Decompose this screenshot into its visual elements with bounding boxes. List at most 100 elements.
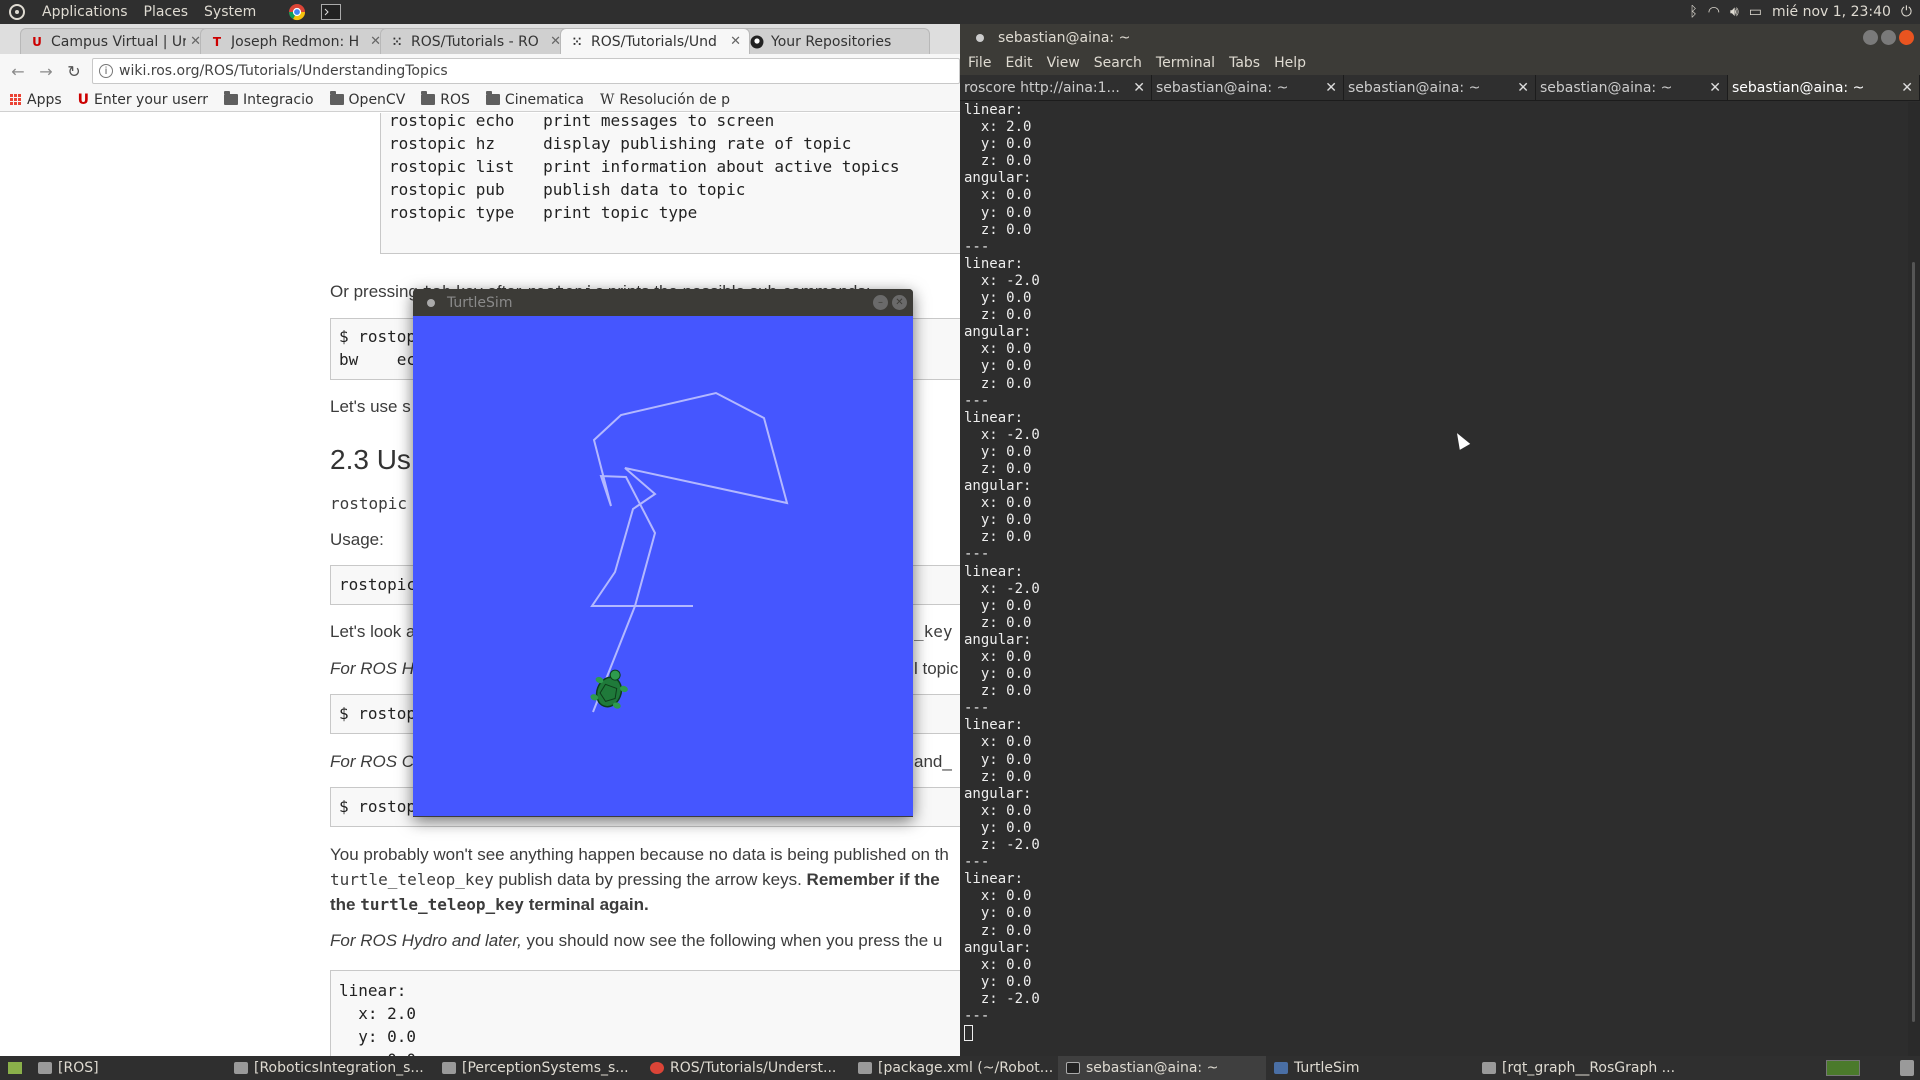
usage-label: Usage: <box>330 530 384 549</box>
window-icon <box>1274 1062 1288 1074</box>
tab-label: sebastian@aina: ~ <box>1540 79 1673 96</box>
browser-tab-repositories[interactable]: Your Repositories <box>740 28 930 54</box>
teleop-paragraph: turtle_teleop_key publish data by pressi… <box>330 870 940 889</box>
taskbar-item-robotics[interactable]: [RoboticsIntegration_s... <box>226 1056 434 1080</box>
terminal-title: sebastian@aina: ~ <box>998 29 1131 46</box>
browser-tab-understanding-topics[interactable]: ⁙ ROS/Tutorials/Und ✕ <box>560 28 750 54</box>
taskbar-item-terminal[interactable]: sebastian@aina: ~ <box>1058 1056 1266 1080</box>
text-cursor <box>964 1025 973 1042</box>
terminal-launcher-icon[interactable] <box>320 3 342 21</box>
taskbar-item-browser[interactable]: ROS/Tutorials/Underst... <box>642 1056 850 1080</box>
battery-icon[interactable]: ▭ <box>1749 4 1762 20</box>
tab-label: sebastian@aina: ~ <box>1348 79 1481 96</box>
window-menu-icon[interactable] <box>976 33 984 42</box>
close-icon[interactable]: ✕ <box>1133 80 1145 96</box>
places-menu[interactable]: Places <box>136 4 197 20</box>
wikipedia-icon: W <box>599 91 615 108</box>
terminal-tab-5[interactable]: sebastian@aina: ~ ✕ <box>1728 75 1920 100</box>
close-icon[interactable] <box>1899 30 1914 45</box>
folder-icon <box>38 1062 52 1074</box>
bookmark-enter-user[interactable]: U Enter your userr <box>78 92 208 108</box>
minimize-icon[interactable] <box>1863 30 1878 45</box>
task-label: sebastian@aina: ~ <box>1086 1060 1219 1076</box>
bookmark-label: Cinematica <box>504 91 584 108</box>
bluetooth-icon[interactable]: ᛒ <box>1689 4 1697 20</box>
hydro-paragraph: For ROS Hydro and later, you should now … <box>330 931 943 950</box>
wifi-icon[interactable]: ◠ <box>1708 4 1720 20</box>
bookmark-integracio[interactable]: Integracio <box>224 91 314 108</box>
browser-tab-ros-tutorials[interactable]: ⁙ ROS/Tutorials - RO ✕ <box>380 28 570 54</box>
task-label: TurtleSim <box>1294 1060 1360 1076</box>
turtlesim-titlebar[interactable]: TurtleSim – ✕ <box>413 289 913 316</box>
editor-icon <box>858 1062 872 1074</box>
info-icon[interactable]: i <box>99 64 113 78</box>
taskbar-item-perception[interactable]: [PerceptionSystems_s... <box>434 1056 642 1080</box>
terminal-titlebar[interactable]: sebastian@aina: ~ <box>960 24 1920 51</box>
taskbar-item-ros[interactable]: [ROS] <box>30 1056 226 1080</box>
address-bar[interactable]: i wiki.ros.org/ROS/Tutorials/Understandi… <box>92 58 960 84</box>
close-icon[interactable]: ✕ <box>1709 80 1721 96</box>
turtle-icon <box>590 669 628 709</box>
power-icon[interactable]: ⏻ <box>1901 4 1912 20</box>
menu-terminal[interactable]: Terminal <box>1156 55 1215 71</box>
bookmark-cinematica[interactable]: Cinematica <box>485 91 584 108</box>
applications-menu[interactable]: Applications <box>34 4 136 20</box>
bookmark-label: Integracio <box>243 91 314 108</box>
terminal-scrollbar[interactable] <box>1908 102 1920 1056</box>
taskbar-item-package-xml[interactable]: [package.xml (~/Robot... <box>850 1056 1058 1080</box>
section-heading: 2.3 Us <box>330 444 411 475</box>
ubuntu-logo-icon[interactable] <box>6 3 28 21</box>
menu-edit[interactable]: Edit <box>1005 55 1032 71</box>
turtlesim-window[interactable]: TurtleSim – ✕ <box>413 289 913 817</box>
terminal-output[interactable]: linear: x: 2.0 y: 0.0 z: 0.0 angular: x:… <box>960 102 1908 1056</box>
terminal-tab-3[interactable]: sebastian@aina: ~ ✕ <box>1344 75 1536 100</box>
system-menu[interactable]: System <box>196 4 264 20</box>
close-icon[interactable]: ✕ <box>892 295 907 310</box>
bookmark-resolucion[interactable]: W Resolución de p <box>600 92 730 108</box>
terminal-tab-4[interactable]: sebastian@aina: ~ ✕ <box>1536 75 1728 100</box>
close-icon[interactable]: ✕ <box>1517 80 1529 96</box>
bookmark-apps[interactable]: Apps <box>10 92 62 108</box>
taskbar-item-turtlesim[interactable]: TurtleSim <box>1266 1056 1474 1080</box>
github-icon <box>749 34 765 50</box>
bookmark-label: Enter your userr <box>94 91 209 108</box>
browser-tab-campus[interactable]: U Campus Virtual | Ur ✕ <box>20 28 210 54</box>
browser-tab-redmon[interactable]: T Joseph Redmon: H ✕ <box>200 28 390 54</box>
menu-help[interactable]: Help <box>1274 55 1306 71</box>
show-desktop-icon[interactable] <box>8 1062 22 1074</box>
volume-icon[interactable]: 🔊︎ <box>1730 4 1739 20</box>
close-icon[interactable]: ✕ <box>1325 80 1337 96</box>
trash-icon[interactable] <box>1900 1060 1914 1076</box>
task-label: [ROS] <box>58 1060 99 1076</box>
browser-tabstrip: U Campus Virtual | Ur ✕ T Joseph Redmon:… <box>0 24 960 54</box>
chrome-launcher-icon[interactable] <box>286 3 308 21</box>
terminal-tab-roscore[interactable]: roscore http://aina:1... ✕ <box>960 75 1152 100</box>
workspace-switcher[interactable] <box>1826 1060 1860 1076</box>
scrollbar-thumb[interactable] <box>1912 262 1915 1022</box>
bookmark-ros[interactable]: ROS <box>421 91 470 108</box>
turtlesim-title: TurtleSim <box>447 294 513 311</box>
terminal-tab-2[interactable]: sebastian@aina: ~ ✕ <box>1152 75 1344 100</box>
forward-arrow-icon[interactable]: → <box>36 62 56 81</box>
close-icon[interactable]: ✕ <box>1901 80 1913 96</box>
maximize-icon[interactable] <box>1881 30 1896 45</box>
menu-file[interactable]: File <box>968 55 991 71</box>
window-menu-icon[interactable] <box>427 298 435 307</box>
probably-paragraph: You probably won't see anything happen b… <box>330 845 949 864</box>
menu-search[interactable]: Search <box>1094 55 1142 71</box>
task-label: [package.xml (~/Robot... <box>878 1060 1054 1076</box>
taskbar-item-rqt-graph[interactable]: [rqt_graph__RosGraph ... <box>1474 1056 1682 1080</box>
ros-grid-icon: ⁙ <box>391 34 403 49</box>
terminal-window[interactable]: sebastian@aina: ~ File Edit View Search … <box>960 24 1920 1056</box>
clock[interactable]: mié nov 1, 23:40 <box>1772 4 1891 20</box>
minimize-icon[interactable]: – <box>873 295 888 310</box>
folder-icon <box>442 1062 456 1074</box>
menu-view[interactable]: View <box>1047 55 1080 71</box>
back-arrow-icon[interactable]: ← <box>8 62 28 81</box>
tab-label: sebastian@aina: ~ <box>1156 79 1289 96</box>
menu-tabs[interactable]: Tabs <box>1229 55 1260 71</box>
bookmark-opencv[interactable]: OpenCV <box>329 91 405 108</box>
reload-icon[interactable]: ↻ <box>64 62 84 81</box>
redmon-favicon-icon: T <box>212 34 222 49</box>
close-icon[interactable]: ✕ <box>730 34 741 49</box>
